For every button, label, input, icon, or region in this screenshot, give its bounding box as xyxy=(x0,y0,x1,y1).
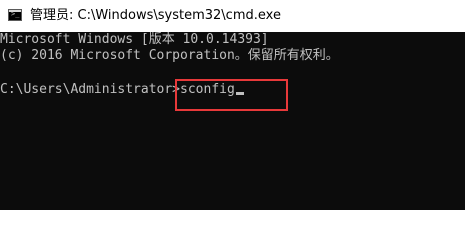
cmd-icon[interactable]: >_ xyxy=(8,9,22,21)
cmd-icon-prompt: >_ xyxy=(11,10,20,18)
cmd-window: >_ 管理员: C:\Windows\system32\cmd.exe Micr… xyxy=(0,0,465,210)
console-area[interactable]: Microsoft Windows [版本 10.0.14393] (c) 20… xyxy=(0,32,465,210)
window-title: 管理员: C:\Windows\system32\cmd.exe xyxy=(30,8,281,23)
title-bar[interactable]: >_ 管理员: C:\Windows\system32\cmd.exe xyxy=(0,0,465,32)
command-highlight-box xyxy=(175,79,288,111)
console-prompt: C:\Users\Administrator> xyxy=(0,82,181,97)
console-copyright-line: (c) 2016 Microsoft Corporation。保留所有权利。 xyxy=(0,48,339,63)
console-version-line: Microsoft Windows [版本 10.0.14393] xyxy=(0,32,269,47)
